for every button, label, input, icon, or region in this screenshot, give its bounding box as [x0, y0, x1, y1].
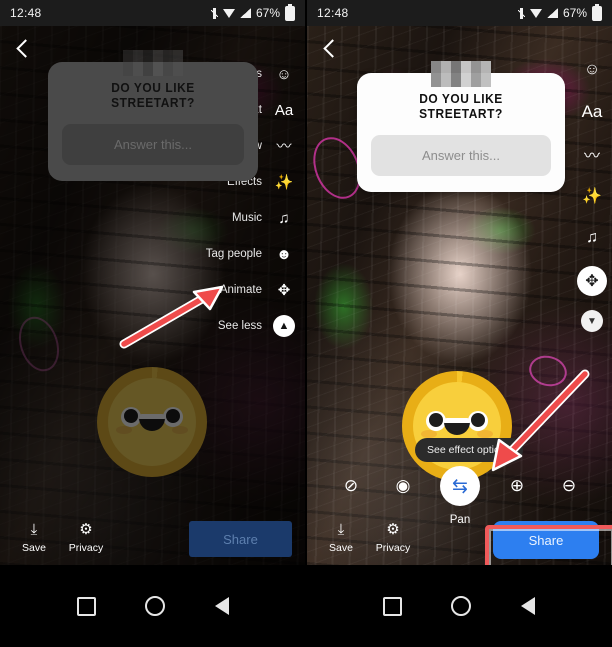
zoom-in-icon[interactable]: ⊕ — [502, 471, 532, 501]
status-bar-right: 12:48 67% — [307, 0, 612, 26]
sticker-face-icon[interactable]: ☺ — [578, 56, 606, 84]
circle-home-icon[interactable] — [145, 596, 166, 616]
signal-icon — [239, 8, 251, 18]
status-bar-left: 12:48 67% — [0, 0, 305, 26]
pixelated-blur-icon — [123, 50, 183, 76]
nav-buttons-left — [0, 565, 306, 647]
battery-percent: 67% — [255, 6, 280, 20]
text-aa-icon[interactable]: Aa — [272, 98, 296, 122]
story-canvas-left[interactable]: DO YOU LIKE STREETART? Answer this... St… — [0, 26, 305, 565]
bluetooth-icon — [517, 7, 525, 19]
question-title: DO YOU LIKE STREETART? — [111, 80, 195, 110]
battery-percent: 67% — [562, 6, 587, 20]
sun-eye-right — [163, 407, 183, 427]
sun-cheek-right — [477, 430, 493, 438]
privacy-gear-icon: ⚙ — [79, 520, 93, 538]
sun-eye-right — [468, 411, 488, 431]
sun-cheek-right — [172, 426, 188, 434]
battery-icon — [592, 3, 602, 21]
story-canvas-right[interactable]: DO YOU LIKE STREETART? Answer this... ☺ … — [307, 26, 612, 565]
draw-squiggle-icon[interactable]: 〰 — [272, 134, 296, 158]
signal-icon — [546, 8, 558, 18]
back-chevron-icon[interactable] — [12, 38, 34, 60]
tool-label: Animate — [219, 284, 262, 296]
save-label: Save — [329, 542, 353, 554]
circle-home-icon[interactable] — [451, 596, 472, 616]
bottom-bar-left: ⤓ Save ⚙ Privacy Share — [0, 509, 305, 565]
save-button[interactable]: ⤓ Save — [8, 520, 60, 555]
tool-rail-right: ☺ Aa 〰 ✨ ♫ ✥ ▼ — [577, 56, 607, 332]
bluetooth-icon — [210, 7, 218, 19]
animate-move-icon[interactable]: ✥ — [272, 278, 296, 302]
draw-squiggle-icon[interactable]: 〰 — [578, 140, 606, 168]
question-title: DO YOU LIKE STREETART? — [419, 91, 503, 121]
privacy-label: Privacy — [375, 542, 411, 554]
tool-item-animate[interactable]: Animate ✥ — [206, 272, 305, 308]
question-answer-input[interactable]: Answer this... — [371, 135, 551, 176]
status-time: 12:48 — [10, 6, 42, 20]
text-aa-icon[interactable]: Aa — [578, 98, 606, 126]
square-recents-icon[interactable] — [382, 596, 402, 616]
right-screenshot-panel: 12:48 67% DO YOU LIKE STREETART? Answer … — [305, 0, 612, 647]
tool-item-music[interactable]: Music ♫ — [206, 200, 305, 236]
sun-eye-left — [426, 411, 446, 431]
tool-item-tag-people[interactable]: Tag people ☻ — [206, 236, 305, 272]
focus-dot-icon[interactable]: ◉ — [388, 471, 418, 501]
sun-eye-left — [121, 407, 141, 427]
tool-label: Music — [231, 212, 262, 224]
share-button[interactable]: Share — [189, 521, 292, 557]
sun-cheek-left — [421, 430, 437, 438]
tool-label: Tag people — [205, 248, 262, 260]
privacy-button[interactable]: ⚙ Privacy — [60, 520, 112, 555]
question-sticker-left[interactable]: DO YOU LIKE STREETART? Answer this... — [48, 50, 258, 181]
effects-wand-icon[interactable]: ✨ — [272, 170, 296, 194]
music-note-icon[interactable]: ♫ — [272, 206, 296, 230]
triangle-back-icon[interactable] — [215, 597, 230, 615]
status-icons: 67% — [517, 3, 602, 21]
animate-move-icon[interactable]: ✥ — [577, 266, 607, 296]
zoom-out-icon[interactable]: ⊖ — [554, 471, 584, 501]
left-screenshot-panel: 12:48 67% DO YOU LIKE STREETART? Answer … — [0, 0, 305, 647]
chevron-up-icon[interactable]: ▲ — [272, 314, 296, 338]
wifi-icon — [529, 8, 542, 18]
tool-label: See less — [217, 320, 262, 332]
square-recents-icon[interactable] — [76, 596, 96, 616]
chevron-down-icon[interactable]: ▼ — [581, 310, 603, 332]
question-sticker-right[interactable]: DO YOU LIKE STREETART? Answer this... — [357, 61, 565, 192]
status-time: 12:48 — [317, 6, 349, 20]
effect-options-tooltip: See effect options — [415, 438, 523, 462]
status-icons: 67% — [210, 3, 295, 21]
save-download-icon: ⤓ — [30, 520, 38, 538]
no-effect-icon[interactable]: ⊘ — [336, 471, 366, 501]
android-nav-bar — [0, 565, 612, 647]
nav-buttons-right — [306, 565, 612, 647]
wifi-icon — [222, 8, 235, 18]
effect-option-bar: ⊘ ◉ ⇆ ⊕ ⊖ — [307, 466, 612, 506]
privacy-label: Privacy — [68, 542, 104, 554]
music-note-icon[interactable]: ♫ — [578, 224, 606, 252]
save-label: Save — [22, 542, 46, 554]
effects-wand-icon[interactable]: ✨ — [578, 182, 606, 210]
tool-item-see-less[interactable]: See less ▲ — [206, 308, 305, 344]
pan-arrows-icon[interactable]: ⇆ — [440, 466, 480, 506]
sun-cheek-left — [116, 426, 132, 434]
battery-icon — [285, 3, 295, 21]
question-answer-input[interactable]: Answer this... — [62, 124, 244, 165]
triangle-back-icon[interactable] — [521, 597, 536, 615]
sticker-face-icon[interactable]: ☺ — [272, 62, 296, 86]
tag-person-icon[interactable]: ☻ — [272, 242, 296, 266]
dual-screenshot-container: 12:48 67% DO YOU LIKE STREETART? Answer … — [0, 0, 612, 647]
pixelated-blur-icon — [431, 61, 491, 87]
back-chevron-icon[interactable] — [319, 38, 341, 60]
sun-sticker[interactable] — [97, 367, 207, 477]
